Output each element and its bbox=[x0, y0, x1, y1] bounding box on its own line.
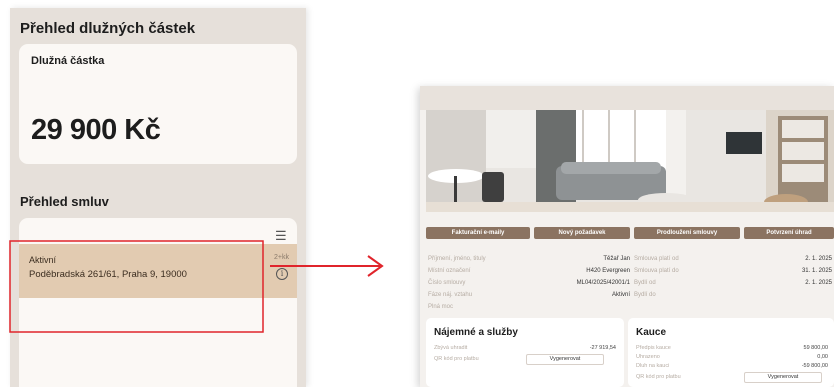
deposit-value: -59 800,00 bbox=[801, 363, 828, 369]
detail-value: 2. 1. 2025 bbox=[805, 280, 832, 286]
detail-label: Místní označení bbox=[428, 268, 471, 274]
detail-label: Plná moc bbox=[428, 304, 454, 310]
detail-value: 2. 1. 2025 bbox=[805, 256, 832, 262]
detail-label: Smlouva platí do bbox=[634, 268, 679, 274]
qr-label: QR kód pro platbu bbox=[434, 356, 479, 362]
apartment-photo bbox=[426, 110, 834, 212]
detail-value: ML04/2025/42001/1 bbox=[576, 280, 630, 286]
deposit-label: Předpis kauce bbox=[636, 345, 671, 351]
billing-emails-button[interactable]: Fakturační e-maily bbox=[426, 227, 530, 239]
payment-confirmation-button[interactable]: Potvrzení úhrad bbox=[744, 227, 834, 239]
deposit-generate-qr-button[interactable]: Vygenerovat bbox=[744, 372, 822, 383]
extend-contract-button[interactable]: Prodloužení smlouvy bbox=[634, 227, 740, 239]
detail-label: Číslo smlouvy bbox=[428, 280, 466, 286]
detail-label: Příjmení, jméno, tituly bbox=[428, 256, 486, 262]
contract-detail-view: Fakturační e-maily Nový požadavek Prodlo… bbox=[420, 86, 834, 387]
detail-label: Bydlí od bbox=[634, 280, 656, 286]
detail-value: Těžař Jan bbox=[603, 256, 630, 262]
detail-value: Aktivní bbox=[611, 292, 630, 298]
deposit-value: 0,00 bbox=[817, 354, 828, 360]
detail-value: 31. 1. 2025 bbox=[801, 268, 832, 274]
deposit-label: Dluh na kauci bbox=[636, 363, 670, 369]
deposit-value: 59 800,00 bbox=[803, 345, 828, 351]
rent-title: Nájemné a služby bbox=[434, 327, 518, 338]
detail-value: H420 Evergreen bbox=[586, 268, 630, 274]
highlight-box bbox=[9, 240, 264, 333]
new-request-button[interactable]: Nový požadavek bbox=[534, 227, 630, 239]
rent-services-card: Nájemné a služby Zbývá uhradit -27 919,5… bbox=[426, 318, 624, 387]
deposit-title: Kauce bbox=[636, 327, 667, 338]
action-buttons: Fakturační e-maily Nový požadavek Prodlo… bbox=[426, 227, 834, 239]
detail-label: Fáze náj. vztahu bbox=[428, 292, 473, 298]
detail-header-bar bbox=[420, 86, 834, 110]
owed-value: -27 919,54 bbox=[589, 345, 616, 351]
qr-label: QR kód pro platbu bbox=[636, 374, 681, 380]
deposit-card: Kauce Předpis kauce 59 800,00 Uhrazeno 0… bbox=[628, 318, 834, 387]
detail-label: Smlouva platí od bbox=[634, 256, 679, 262]
owed-label: Zbývá uhradit bbox=[434, 345, 468, 351]
deposit-label: Uhrazeno bbox=[636, 354, 660, 360]
detail-label: Bydlí do bbox=[634, 292, 656, 298]
rent-generate-qr-button[interactable]: Vygenerovat bbox=[526, 354, 604, 365]
